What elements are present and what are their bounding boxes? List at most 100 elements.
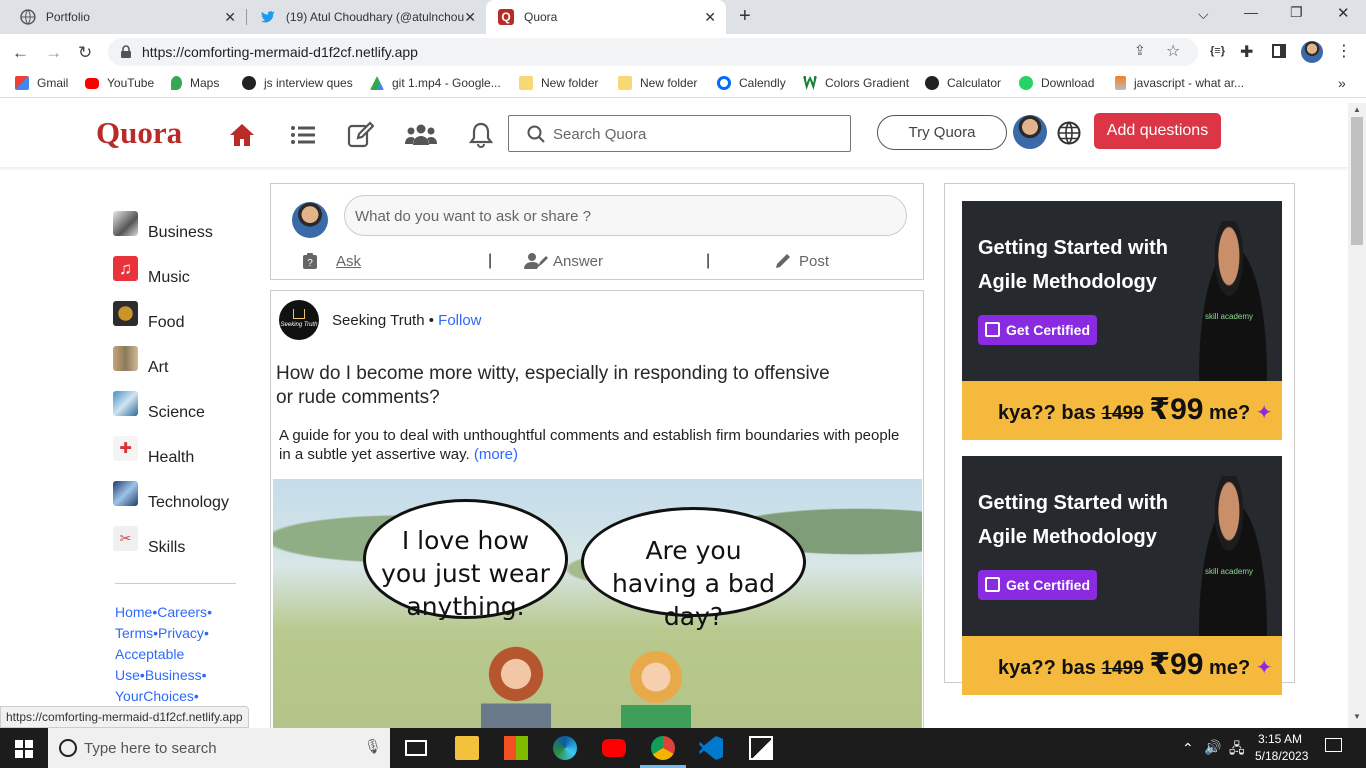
post-image[interactable]: I love how you just wear anything. Are y…	[273, 479, 922, 729]
author-logo[interactable]: Seeking Truth	[279, 300, 319, 340]
globe-icon[interactable]	[1057, 121, 1081, 145]
bookmark-js-interview[interactable]: js interview ques	[242, 76, 353, 90]
post-title[interactable]: How do I become more witty, especially i…	[276, 362, 836, 410]
footer-link-home[interactable]: Home	[115, 604, 152, 620]
microphone-icon[interactable]: 🎙	[364, 738, 382, 755]
minimize-icon[interactable]: —	[1244, 4, 1258, 20]
menu-dots-icon[interactable]: ⋮	[1336, 41, 1352, 61]
list-icon[interactable]	[289, 121, 317, 149]
ask-button[interactable]: ? Ask	[302, 252, 361, 270]
photos-icon[interactable]	[749, 736, 773, 760]
close-tab-icon[interactable]: ✕	[704, 9, 716, 26]
taskbar-search-input[interactable]: Type here to search 🎙	[48, 728, 390, 768]
sidebar-item-food[interactable]: Food	[113, 301, 184, 332]
tab-portfolio[interactable]: Portfolio ✕	[8, 0, 246, 34]
tray-chevron-icon[interactable]: ⌃	[1182, 740, 1194, 757]
sidebar-item-art[interactable]: Art	[113, 346, 168, 377]
bookmark-download[interactable]: Download	[1019, 76, 1094, 90]
google-drive-icon	[370, 76, 384, 90]
footer-link-your-choices[interactable]: YourChoices	[115, 688, 194, 704]
try-quora-button[interactable]: Try Quora	[877, 115, 1007, 150]
bookmark-star-icon[interactable]: ☆	[1166, 41, 1180, 61]
extension-icon[interactable]: {≡}	[1210, 45, 1225, 57]
user-avatar[interactable]	[1013, 115, 1047, 149]
get-certified-button[interactable]: Get Certified	[978, 315, 1097, 345]
sidebar-item-business[interactable]: Business	[113, 211, 213, 242]
quora-logo[interactable]: Quora	[96, 115, 182, 151]
new-tab-icon[interactable]: +	[739, 5, 751, 28]
search-input[interactable]: Search Quora	[508, 115, 851, 152]
sidepanel-icon[interactable]	[1272, 44, 1286, 58]
puzzle-icon[interactable]: ✚	[1240, 42, 1253, 62]
notification-icon[interactable]	[1325, 738, 1342, 752]
scroll-down-icon[interactable]: ▼	[1353, 712, 1361, 721]
w3-icon	[803, 76, 817, 90]
store-icon[interactable]	[504, 736, 528, 760]
close-tab-icon[interactable]: ✕	[224, 9, 236, 26]
post-button[interactable]: Post	[774, 252, 829, 270]
back-icon[interactable]: ←	[12, 43, 29, 63]
network-icon[interactable]: 🖧	[1229, 738, 1245, 762]
bookmark-javascript[interactable]: javascript - what ar...	[1115, 76, 1244, 90]
food-icon	[113, 301, 138, 326]
page-scrollbar[interactable]: ▲ ▼	[1348, 103, 1366, 728]
follow-link[interactable]: Follow	[438, 312, 481, 329]
bookmark-calculator[interactable]: Calculator	[925, 76, 1001, 90]
bookmark-git[interactable]: git 1.mp4 - Google...	[370, 76, 501, 90]
lock-icon[interactable]	[120, 45, 132, 59]
scrollbar-thumb[interactable]	[1351, 117, 1363, 245]
footer-link-careers[interactable]: Careers	[157, 604, 207, 620]
vscode-icon[interactable]	[699, 736, 723, 760]
chrome-icon[interactable]	[651, 736, 675, 760]
clock-date[interactable]: 5/18/2023	[1255, 749, 1308, 763]
sidebar-item-music[interactable]: ♫ Music	[113, 256, 190, 287]
close-tab-icon[interactable]: ✕	[464, 9, 476, 26]
more-link[interactable]: (more)	[474, 446, 518, 463]
answer-button[interactable]: Answer	[524, 252, 603, 270]
maximize-icon[interactable]: ❐	[1290, 4, 1303, 21]
ask-input[interactable]: What do you want to ask or share ?	[344, 195, 907, 236]
bookmark-youtube[interactable]: YouTube	[85, 76, 154, 90]
more-bookmarks-icon[interactable]: »	[1338, 75, 1346, 91]
address-bar[interactable]: https://comforting-mermaid-d1f2cf.netlif…	[108, 38, 1198, 66]
ad-banner-2[interactable]: Getting Started with Agile Methodology G…	[962, 456, 1282, 695]
tab-twitter[interactable]: (19) Atul Choudhary (@atulnchou ✕	[248, 0, 486, 34]
home-icon[interactable]	[228, 121, 256, 149]
bookmark-new-folder-2[interactable]: New folder	[618, 76, 697, 90]
edge-icon[interactable]	[553, 736, 577, 760]
people-icon[interactable]	[404, 121, 438, 149]
volume-icon[interactable]: 🔊	[1204, 739, 1221, 756]
clock-time[interactable]: 3:15 AM	[1258, 732, 1302, 746]
sidebar-item-skills[interactable]: ✂ Skills	[113, 526, 185, 557]
edit-icon[interactable]	[346, 121, 374, 149]
get-certified-button[interactable]: Get Certified	[978, 570, 1097, 600]
footer-link-terms[interactable]: Terms	[115, 625, 153, 641]
share-icon[interactable]: ⇪	[1134, 42, 1146, 59]
scroll-up-icon[interactable]: ▲	[1353, 105, 1361, 114]
youtube-app-icon[interactable]	[602, 739, 626, 757]
forward-icon[interactable]: →	[45, 43, 62, 63]
ad-banner-1[interactable]: Getting Started with Agile Methodology G…	[962, 201, 1282, 440]
file-explorer-icon[interactable]	[455, 736, 479, 760]
chevron-down-icon[interactable]: ⌵	[1198, 6, 1209, 23]
tab-quora[interactable]: Q Quora ✕	[486, 0, 726, 34]
footer-link-business[interactable]: Business	[145, 667, 202, 683]
profile-avatar[interactable]	[1301, 41, 1323, 63]
reload-icon[interactable]: ↻	[78, 43, 92, 63]
sidebar-item-science[interactable]: Science	[113, 391, 205, 422]
sidebar-item-health[interactable]: ✚ Health	[113, 436, 194, 467]
footer-link-privacy[interactable]: Privacy	[158, 625, 204, 641]
task-view-icon[interactable]	[405, 740, 427, 756]
bookmark-new-folder-1[interactable]: New folder	[519, 76, 598, 90]
bookmark-calendly[interactable]: Calendly	[717, 76, 786, 90]
close-window-icon[interactable]: ✕	[1337, 4, 1350, 22]
bell-icon[interactable]	[467, 121, 495, 149]
sidebar-item-technology[interactable]: Technology	[113, 481, 229, 512]
bookmark-maps[interactable]: Maps	[171, 76, 219, 90]
author-name[interactable]: Seeking Truth	[332, 312, 425, 329]
maps-icon	[171, 76, 182, 90]
windows-start-icon[interactable]	[15, 740, 33, 758]
add-questions-button[interactable]: Add questions	[1094, 113, 1221, 149]
bookmark-gmail[interactable]: Gmail	[15, 76, 68, 90]
bookmark-colors-gradient[interactable]: Colors Gradient	[803, 76, 909, 90]
